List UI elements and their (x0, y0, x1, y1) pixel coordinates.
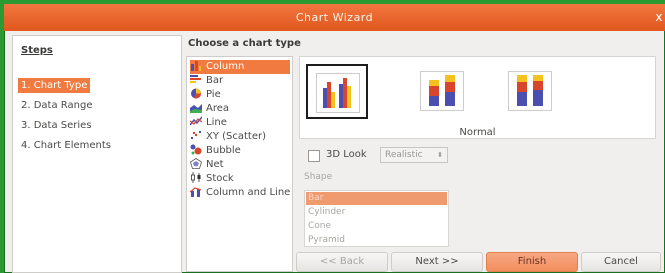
3d-look-label: 3D Look (326, 149, 367, 160)
stock-chart-icon (191, 172, 201, 183)
chart-type-stock[interactable]: Stock (190, 172, 290, 186)
percent-stacked-column-icon (508, 71, 552, 111)
next-button[interactable]: Next >> (391, 252, 483, 272)
3d-style-select[interactable]: Realistic ⬍ (380, 147, 448, 163)
chart-type-bar[interactable]: Bar (190, 74, 290, 88)
back-button[interactable]: << Back (296, 252, 388, 272)
pie-chart-icon (191, 88, 201, 99)
column-line-chart-icon (190, 187, 202, 197)
cancel-button[interactable]: Cancel (581, 252, 661, 272)
shape-cone[interactable]: Cone (306, 220, 447, 233)
chart-type-column[interactable]: Column (190, 60, 290, 74)
spin-arrows-icon: ⬍ (437, 151, 443, 159)
chart-type-net[interactable]: Net (190, 158, 290, 172)
step-chart-elements[interactable]: 4. Chart Elements (18, 138, 114, 153)
title-bar: Chart Wizard ⅹ (4, 4, 665, 31)
step-data-series[interactable]: 3. Data Series (18, 118, 95, 133)
line-chart-icon (190, 116, 202, 126)
chart-type-heading: Choose a chart type (188, 38, 301, 49)
step-chart-type[interactable]: 1. Chart Type (18, 78, 91, 93)
shape-bar[interactable]: Bar (306, 192, 447, 205)
variant-percent-stacked[interactable] (500, 64, 562, 119)
stacked-column-icon (420, 71, 464, 111)
bubble-chart-icon (190, 144, 202, 155)
step-data-range[interactable]: 2. Data Range (18, 98, 95, 113)
steps-heading: Steps (21, 45, 53, 56)
net-chart-icon (190, 158, 202, 169)
steps-panel: Steps 1. Chart Type 2. Data Range 3. Dat… (12, 35, 182, 273)
variant-stacked[interactable] (412, 64, 474, 119)
shape-pyramid[interactable]: Pyramid (306, 234, 447, 247)
bar-chart-icon (190, 75, 201, 83)
chart-type-list: Column Bar Pie Area Line XY (Scatter) Bu… (186, 56, 293, 272)
scatter-chart-icon (191, 131, 201, 139)
finish-button[interactable]: Finish (486, 252, 578, 272)
variant-normal[interactable] (306, 64, 368, 119)
column-chart-icon (191, 61, 201, 71)
shape-cylinder[interactable]: Cylinder (306, 206, 447, 219)
chart-type-area[interactable]: Area (190, 102, 290, 116)
3d-look-checkbox[interactable] (308, 150, 320, 162)
chart-type-column-and-line[interactable]: Column and Line (190, 186, 290, 200)
shape-list: Bar Cylinder Cone Pyramid (304, 190, 449, 247)
chart-type-line[interactable]: Line (190, 116, 290, 130)
area-chart-icon (190, 104, 202, 113)
normal-column-icon (316, 73, 360, 113)
chart-type-bubble[interactable]: Bubble (190, 144, 290, 158)
chart-type-xy-scatter[interactable]: XY (Scatter) (190, 130, 290, 144)
chart-type-pie[interactable]: Pie (190, 88, 290, 102)
chart-wizard-dialog: Chart Wizard ⅹ Steps 1. Chart Type 2. Da… (4, 4, 665, 273)
close-icon[interactable]: ⅹ (655, 4, 663, 31)
shape-label: Shape (304, 172, 333, 182)
chart-variant-panel: Normal (299, 56, 656, 139)
variant-name: Normal (459, 127, 496, 138)
window-title: Chart Wizard (295, 11, 374, 24)
